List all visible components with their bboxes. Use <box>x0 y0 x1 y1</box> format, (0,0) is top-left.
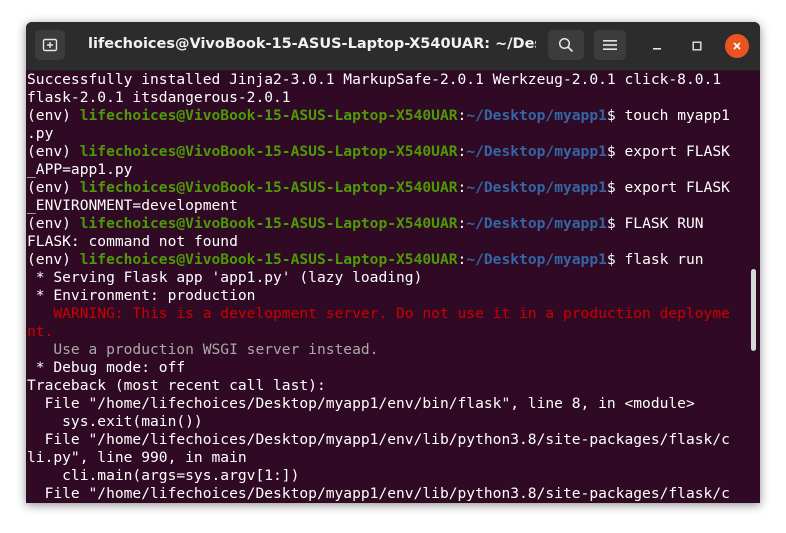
output-line: flask-2.0.1 itsdangerous-2.0.1 <box>27 89 291 106</box>
command-continuation: _APP=app1.py <box>27 161 133 178</box>
prompt-dollar: $ <box>606 143 625 160</box>
prompt-user-host: lifechoices@VivoBook-15-ASUS-Laptop-X540… <box>79 107 458 124</box>
command-text: flask run <box>624 251 704 268</box>
command-continuation: _ENVIRONMENT=development <box>27 197 238 214</box>
close-button[interactable] <box>725 34 749 58</box>
prompt-line: (env) lifechoices@VivoBook-15-ASUS-Lapto… <box>27 251 704 269</box>
hamburger-menu-icon <box>603 40 617 50</box>
maximize-button[interactable] <box>685 34 709 58</box>
prompt-env: (env) <box>27 143 80 160</box>
prompt-dollar: $ <box>606 179 625 196</box>
traceback-line: File "/home/lifechoices/Desktop/myapp1/e… <box>27 395 695 412</box>
prompt-colon: : <box>457 215 467 232</box>
scrollbar-thumb[interactable] <box>751 269 756 351</box>
warning-line: WARNING: This is a development server. D… <box>27 305 730 322</box>
prompt-path: ~/Desktop/myapp1 <box>466 107 607 124</box>
prompt-path: ~/Desktop/myapp1 <box>466 179 607 196</box>
prompt-colon: : <box>457 251 467 268</box>
command-text: export FLASK <box>624 179 730 196</box>
prompt-env: (env) <box>27 107 80 124</box>
minimize-icon <box>653 48 661 50</box>
command-continuation: .py <box>27 125 54 142</box>
search-icon <box>558 37 574 53</box>
menu-button[interactable] <box>594 30 626 60</box>
new-tab-icon <box>42 38 58 52</box>
prompt-colon: : <box>457 107 467 124</box>
prompt-colon: : <box>457 179 467 196</box>
prompt-line: (env) lifechoices@VivoBook-15-ASUS-Lapto… <box>27 107 730 125</box>
prompt-user-host: lifechoices@VivoBook-15-ASUS-Laptop-X540… <box>79 179 458 196</box>
warning-line: nt. <box>27 323 54 340</box>
maximize-icon <box>692 41 702 51</box>
traceback-line: Traceback (most recent call last): <box>27 377 326 394</box>
command-text: FLASK RUN <box>624 215 704 232</box>
title-bar[interactable]: lifechoices@VivoBook-15-ASUS-Laptop-X540… <box>26 22 760 71</box>
prompt-line: (env) lifechoices@VivoBook-15-ASUS-Lapto… <box>27 143 730 161</box>
error-line: FLASK: command not found <box>27 233 238 250</box>
output-line: * Environment: production <box>27 287 256 304</box>
prompt-user-host: lifechoices@VivoBook-15-ASUS-Laptop-X540… <box>79 143 458 160</box>
prompt-path: ~/Desktop/myapp1 <box>466 251 607 268</box>
prompt-dollar: $ <box>606 251 625 268</box>
output-line: Use a production WSGI server instead. <box>27 341 379 358</box>
search-button[interactable] <box>548 30 584 60</box>
command-text: export FLASK <box>624 143 730 160</box>
prompt-dollar: $ <box>606 107 625 124</box>
prompt-line: (env) lifechoices@VivoBook-15-ASUS-Lapto… <box>27 179 730 197</box>
output-line: Successfully installed Jinja2-3.0.1 Mark… <box>27 71 722 88</box>
prompt-colon: : <box>457 143 467 160</box>
prompt-user-host: lifechoices@VivoBook-15-ASUS-Laptop-X540… <box>79 215 458 232</box>
terminal-window: lifechoices@VivoBook-15-ASUS-Laptop-X540… <box>26 22 760 503</box>
traceback-line: File "/home/lifechoices/Desktop/myapp1/e… <box>27 431 730 448</box>
traceback-line: sys.exit(main()) <box>27 413 203 430</box>
prompt-line: (env) lifechoices@VivoBook-15-ASUS-Lapto… <box>27 215 704 233</box>
command-text: touch myapp1 <box>624 107 730 124</box>
traceback-line: cli.main(args=sys.argv[1:]) <box>27 467 300 484</box>
prompt-env: (env) <box>27 215 80 232</box>
prompt-user-host: lifechoices@VivoBook-15-ASUS-Laptop-X540… <box>79 251 458 268</box>
window-title: lifechoices@VivoBook-15-ASUS-Laptop-X540… <box>88 36 536 52</box>
prompt-env: (env) <box>27 179 80 196</box>
minimize-button[interactable] <box>645 34 669 58</box>
prompt-dollar: $ <box>606 215 625 232</box>
prompt-path: ~/Desktop/myapp1 <box>466 215 607 232</box>
traceback-line: li.py", line 990, in main <box>27 449 247 466</box>
prompt-path: ~/Desktop/myapp1 <box>466 143 607 160</box>
traceback-line: File "/home/lifechoices/Desktop/myapp1/e… <box>27 485 730 502</box>
close-icon <box>733 42 741 50</box>
output-line: * Debug mode: off <box>27 359 186 376</box>
new-tab-button[interactable] <box>35 30 65 60</box>
prompt-env: (env) <box>27 251 80 268</box>
output-line: * Serving Flask app 'app1.py' (lazy load… <box>27 269 423 286</box>
terminal-output[interactable]: Successfully installed Jinja2-3.0.1 Mark… <box>26 71 760 503</box>
